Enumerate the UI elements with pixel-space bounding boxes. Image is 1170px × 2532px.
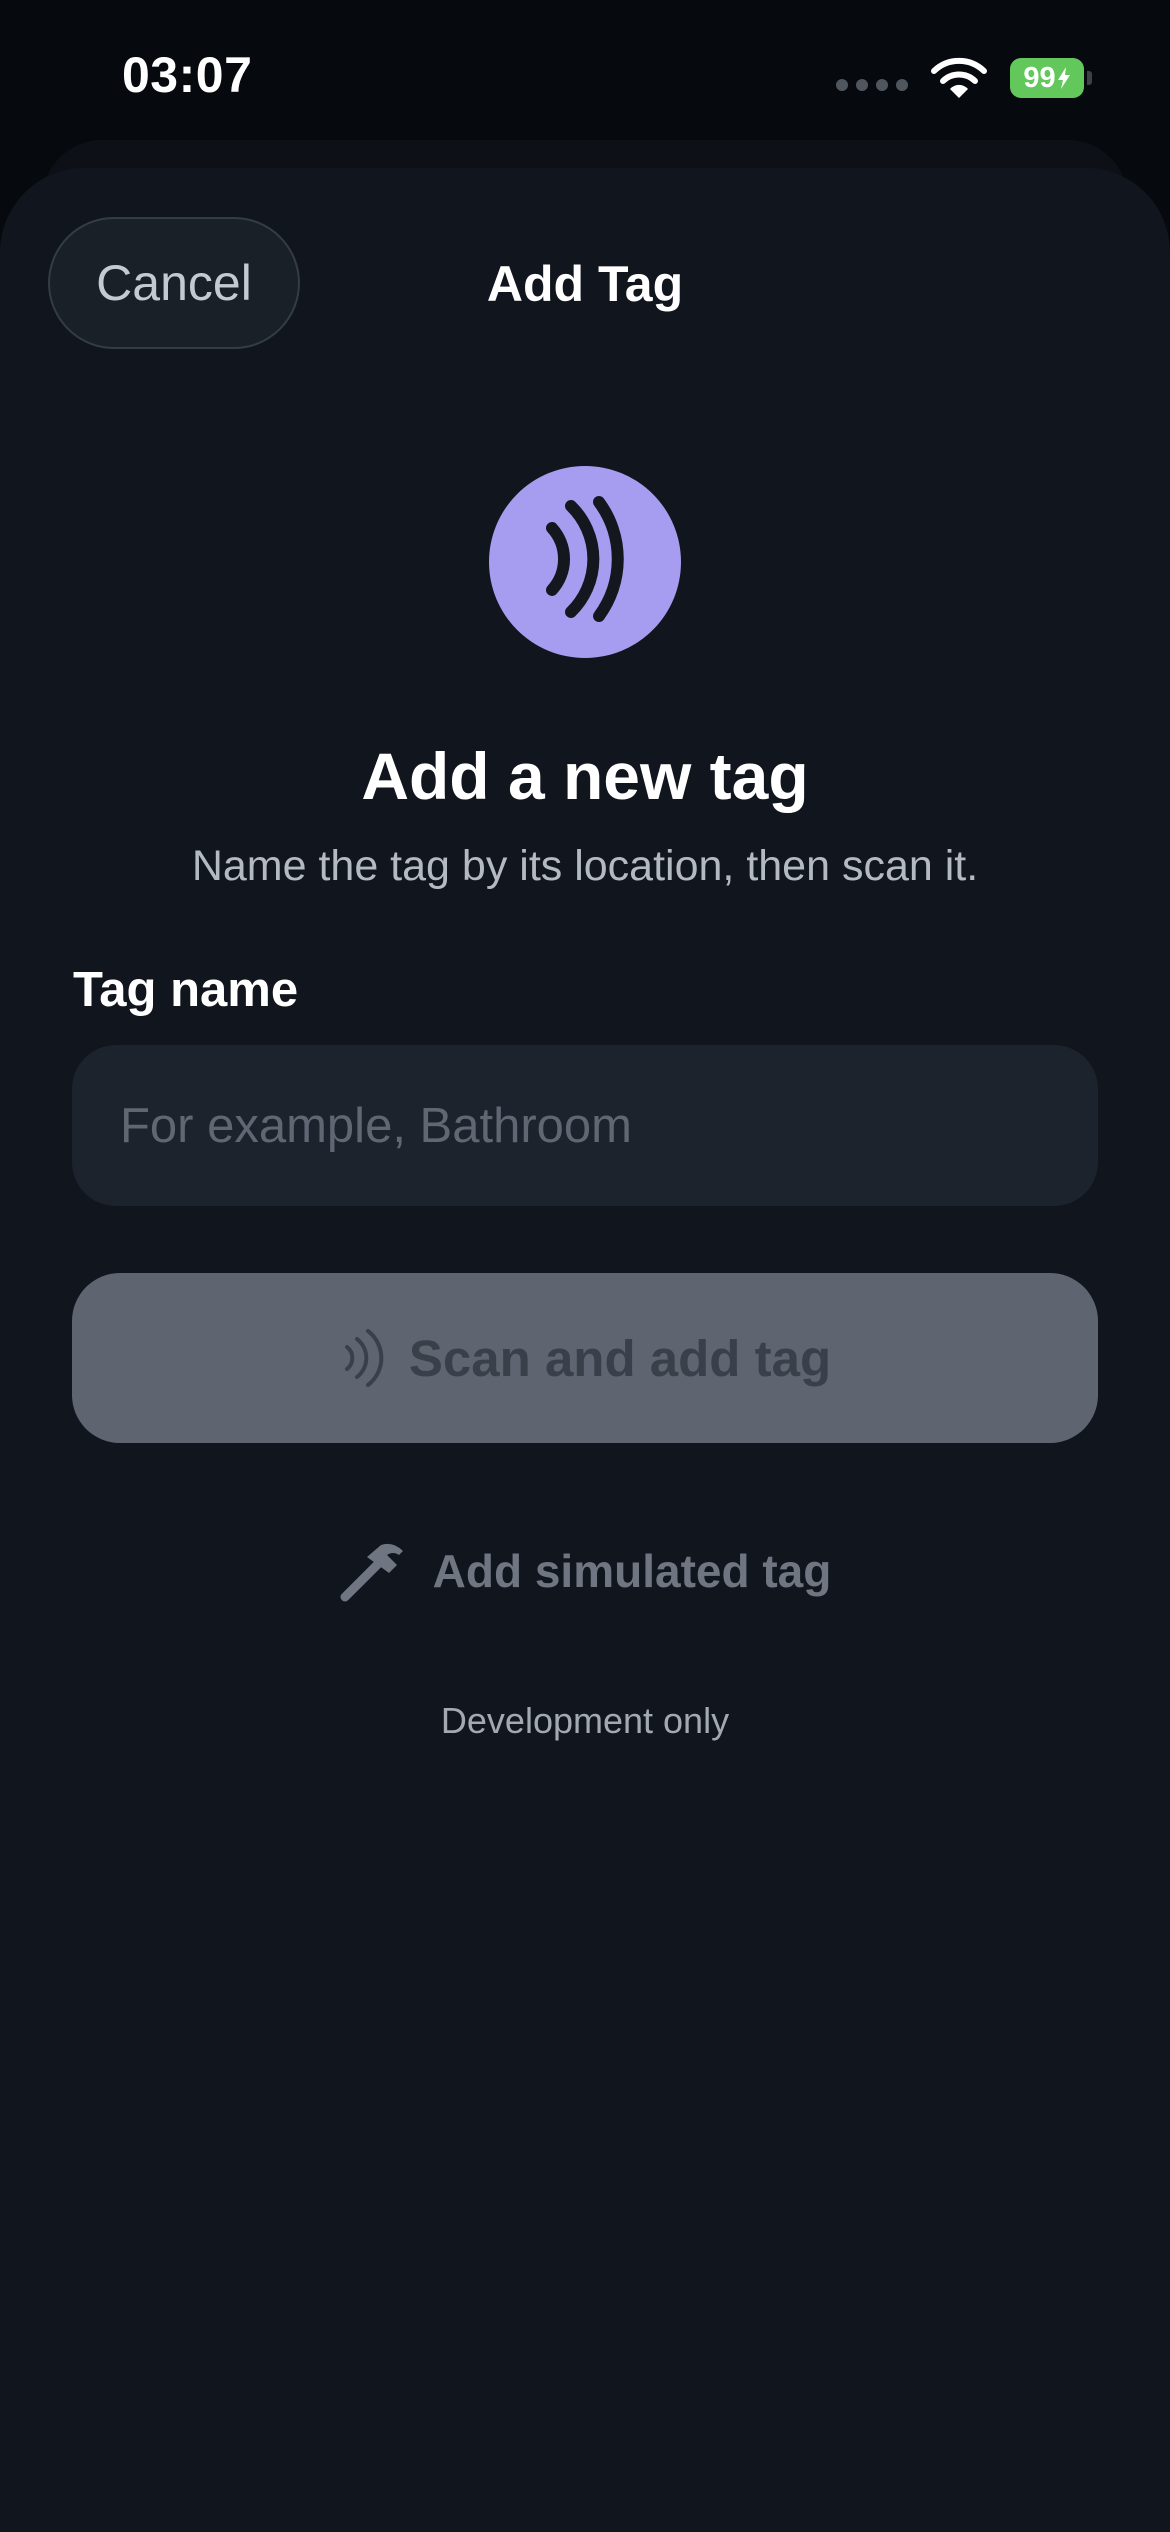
add-tag-screen: 03:07 99 Cancel Add Tag Add a new tag Na… (0, 0, 1170, 2532)
bolt-icon (1057, 67, 1070, 89)
add-simulated-tag-button[interactable]: Add simulated tag (0, 1535, 1170, 1607)
nav-title: Add Tag (486, 256, 684, 312)
tag-name-label: Tag name (73, 963, 299, 1017)
nfc-waves-graphic (546, 496, 624, 622)
page-subtitle: Name the tag by its location, then scan … (191, 842, 979, 890)
tag-name-input[interactable] (72, 1045, 1098, 1206)
battery-level: 99 (1023, 61, 1056, 94)
battery-charging-icon: 99 (1010, 58, 1092, 98)
scan-and-add-tag-button[interactable]: Scan and add tag (72, 1273, 1098, 1443)
status-icons: 99 (836, 56, 1092, 100)
nfc-signal-icon (344, 1329, 384, 1387)
page-title: Add a new tag (361, 739, 809, 813)
nfc-signal-icon (489, 466, 681, 658)
hammer-icon (340, 1543, 403, 1602)
status-time: 03:07 (122, 47, 253, 103)
scan-button-label: Scan and add tag (408, 1329, 832, 1387)
wifi-icon (931, 57, 987, 98)
cellular-signal-icon (836, 79, 908, 91)
development-note: Development only (440, 1700, 730, 1741)
simulated-tag-label: Add simulated tag (432, 1545, 832, 1597)
